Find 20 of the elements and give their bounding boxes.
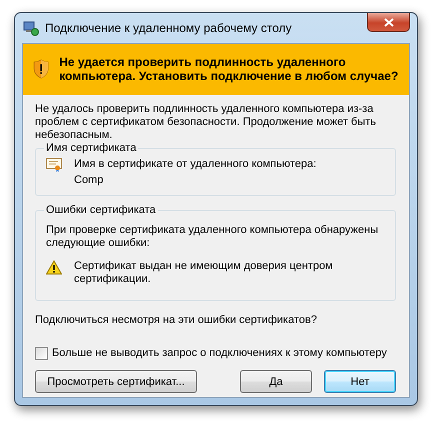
certificate-icon bbox=[46, 158, 62, 172]
certificate-name-label: Имя в сертификате от удаленного компьютера: bbox=[74, 158, 316, 171]
banner-text: Не удается проверить подлинность удаленного компьютера. Установить подключение в любом случае? bbox=[59, 55, 399, 83]
group-heading: Имя сертификата bbox=[45, 142, 138, 154]
certificate-name-value: Comp bbox=[74, 174, 104, 187]
close-button[interactable] bbox=[367, 13, 410, 32]
dialog-button[interactable]: Да bbox=[240, 370, 312, 393]
warning-icon bbox=[46, 260, 62, 275]
checkbox-label[interactable]: Больше не выводить запрос о подключениях к этому компьютеру bbox=[52, 347, 387, 360]
dialog-button[interactable]: Нет bbox=[324, 370, 396, 393]
checkbox[interactable] bbox=[35, 347, 48, 360]
window-title: Подключение к удаленному рабочему столу bbox=[45, 21, 292, 35]
remote-desktop-icon bbox=[23, 20, 39, 36]
error-text: Сертификат выдан не имеющим доверия центром сертификации. bbox=[74, 260, 334, 286]
intro-text: Не удалось проверить подлинность удаленного компьютера из-за проблем с сертификатом безопасности. Продолжение может быть небезопасным. bbox=[35, 103, 378, 142]
errors-description: При проверке сертификата удаленного компьютера обнаружены следующие ошибки: bbox=[46, 224, 380, 250]
close-icon bbox=[384, 18, 394, 26]
group-heading: Ошибки сертификата bbox=[45, 204, 157, 216]
question-text: Подключиться несмотря на эти ошибки сертификатов? bbox=[35, 314, 318, 327]
view-certificate-button[interactable]: Просмотреть сертификат... bbox=[35, 370, 197, 393]
